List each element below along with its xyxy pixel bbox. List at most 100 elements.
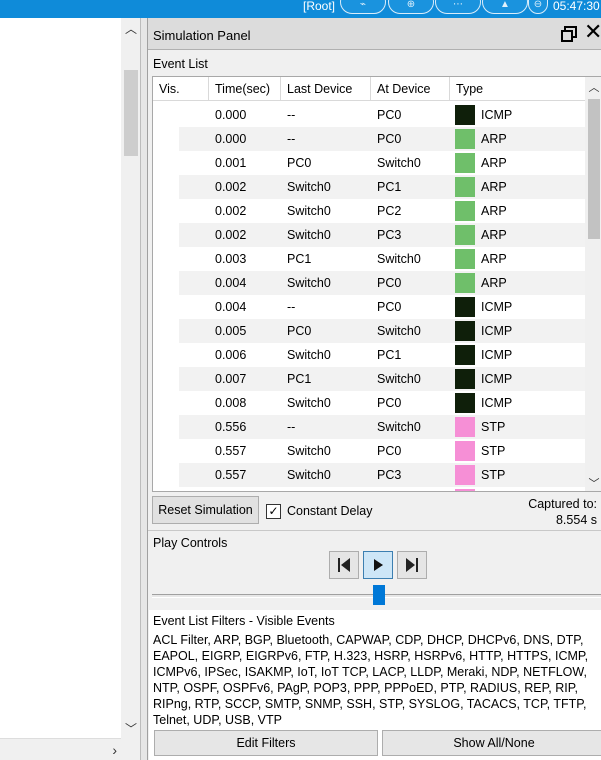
time-cell: 0.002 <box>215 180 247 194</box>
back-button[interactable] <box>329 551 359 579</box>
last-device-cell: -- <box>287 132 296 146</box>
close-icon[interactable]: ✕ <box>584 21 601 43</box>
show-all-none-button[interactable]: Show All/None <box>382 730 601 756</box>
table-row[interactable]: 0.002 Switch0 PC1 ARP <box>153 175 585 199</box>
last-device-cell: PC0 <box>287 156 312 170</box>
last-device-cell: -- <box>287 420 296 434</box>
table-row[interactable]: 0.007 PC1 Switch0 ICMP <box>153 367 585 391</box>
time-cell: 0.004 <box>215 276 247 290</box>
at-device-cell: PC0 <box>377 300 402 314</box>
type-color-swatch <box>455 273 475 293</box>
workspace-pane[interactable] <box>0 18 121 738</box>
table-row[interactable]: 0.000 -- PC0 ICMP <box>153 103 585 127</box>
constant-delay-checkbox[interactable]: ✓ <box>266 504 281 519</box>
type-cell: ARP <box>481 276 507 290</box>
pane-divider[interactable] <box>140 18 147 760</box>
type-color-swatch <box>455 153 475 173</box>
reset-simulation-button[interactable]: Reset Simulation <box>152 496 259 524</box>
at-device-cell: PC0 <box>377 132 402 146</box>
table-row[interactable]: 0.004 -- PC0 ICMP <box>153 295 585 319</box>
time-cell: 0.557 <box>215 468 247 482</box>
time-cell: 0.002 <box>215 228 247 242</box>
table-row[interactable]: 0.000 -- PC0 ARP <box>153 127 585 151</box>
edit-filters-button[interactable]: Edit Filters <box>154 730 378 756</box>
last-device-cell: Switch0 <box>287 276 331 290</box>
table-row[interactable]: 0.004 Switch0 PC0 ARP <box>153 271 585 295</box>
type-cell: STP <box>481 468 506 482</box>
background-button[interactable]: ▲ <box>482 0 528 14</box>
table-row[interactable]: 0.001 PC0 Switch0 ARP <box>153 151 585 175</box>
table-row[interactable]: 0.008 Switch0 PC0 ICMP <box>153 391 585 415</box>
topology-icon: ⋯ <box>453 0 463 10</box>
captured-value: 8.554 s <box>555 513 597 527</box>
type-cell: ICMP <box>481 348 513 362</box>
scroll-right-icon[interactable]: › <box>112 742 117 758</box>
scrollbar-thumb[interactable] <box>124 70 138 156</box>
at-device-cell: Switch0 <box>377 324 421 338</box>
time-cell: 0.003 <box>215 252 247 266</box>
scroll-up-icon[interactable]: ︿ <box>585 79 601 95</box>
column-header-at-device[interactable]: At Device <box>371 77 450 101</box>
top-toolbar: [Root] ⌁ ⊕ ⋯ ▲ ⊖ 05:47:30 <box>0 0 601 18</box>
network-tool-button[interactable]: ⌁ <box>340 0 386 14</box>
workspace-vertical-scrollbar[interactable]: ︿ ﹀ <box>121 18 140 738</box>
column-header-last-device[interactable]: Last Device <box>281 77 371 101</box>
topology-button[interactable]: ⋯ <box>435 0 481 14</box>
last-device-cell: -- <box>287 300 296 314</box>
type-cell: ICMP <box>481 372 513 386</box>
event-list-scrollbar[interactable]: ︿ ﹀ <box>585 77 601 491</box>
type-color-swatch <box>455 345 475 365</box>
type-cell: ARP <box>481 180 507 194</box>
type-color-swatch <box>455 393 475 413</box>
time-cell: 0.002 <box>215 204 247 218</box>
table-row[interactable]: 0.002 Switch0 PC2 ARP <box>153 199 585 223</box>
visible-events-list: ACL Filter, ARP, BGP, Bluetooth, CAPWAP,… <box>153 633 589 727</box>
capture-forward-button[interactable] <box>397 551 427 579</box>
type-color-swatch <box>455 321 475 341</box>
table-row[interactable]: 0.003 PC1 Switch0 ARP <box>153 247 585 271</box>
device-add-button[interactable]: ⊕ <box>388 0 434 14</box>
type-cell: ARP <box>481 228 507 242</box>
table-row[interactable]: 0.006 Switch0 PC1 ICMP <box>153 343 585 367</box>
last-device-cell: -- <box>287 108 296 122</box>
root-breadcrumb[interactable]: [Root] <box>303 0 335 12</box>
workspace-horizontal-scrollbar[interactable]: › <box>0 738 121 760</box>
column-header-time[interactable]: Time(sec) <box>209 77 281 101</box>
time-cell: 0.557 <box>215 444 247 458</box>
type-color-swatch <box>455 369 475 389</box>
time-cell: 0.000 <box>215 108 247 122</box>
at-device-cell: PC3 <box>377 468 402 482</box>
column-header-vis[interactable]: Vis. <box>153 77 209 101</box>
play-button[interactable] <box>363 551 393 579</box>
at-device-cell: Switch0 <box>377 156 421 170</box>
at-device-cell: PC0 <box>377 108 402 122</box>
table-row[interactable]: 0.557 Switch0 PC3 STP <box>153 463 585 487</box>
slider-thumb[interactable] <box>373 585 385 605</box>
column-header-type[interactable]: Type <box>450 77 585 101</box>
globe-button[interactable]: ⊖ <box>528 0 548 14</box>
clock-readout: 05:47:30 <box>553 0 600 13</box>
table-row[interactable]: 0.002 Switch0 PC3 ARP <box>153 223 585 247</box>
event-list-label: Event List <box>153 57 208 71</box>
table-row[interactable]: 0.556 -- Switch0 STP <box>153 415 585 439</box>
panel-header: Simulation Panel ✕ <box>148 18 601 50</box>
type-cell: STP <box>481 444 506 458</box>
table-row[interactable]: 0.005 PC0 Switch0 ICMP <box>153 319 585 343</box>
type-color-swatch <box>455 105 475 125</box>
scroll-down-icon[interactable]: ﹀ <box>585 475 601 491</box>
type-color-swatch <box>455 489 475 491</box>
scroll-up-icon[interactable]: ︿ <box>124 20 138 37</box>
skip-forward-icon <box>406 558 418 572</box>
type-color-swatch <box>455 225 475 245</box>
time-cell: 0.000 <box>215 132 247 146</box>
add-device-icon: ⊕ <box>406 0 416 10</box>
filters-label: Event List Filters - Visible Events <box>153 614 335 628</box>
scrollbar-thumb[interactable] <box>588 99 600 239</box>
restore-window-icon[interactable] <box>560 25 578 43</box>
scroll-down-icon[interactable]: ﹀ <box>124 720 138 737</box>
table-row[interactable]: 0.557 Switch0 PC0 STP <box>153 439 585 463</box>
last-device-cell: Switch0 <box>287 468 331 482</box>
last-device-cell: Switch0 <box>287 396 331 410</box>
mountain-icon: ▲ <box>500 0 510 10</box>
at-device-cell: PC3 <box>377 228 402 242</box>
